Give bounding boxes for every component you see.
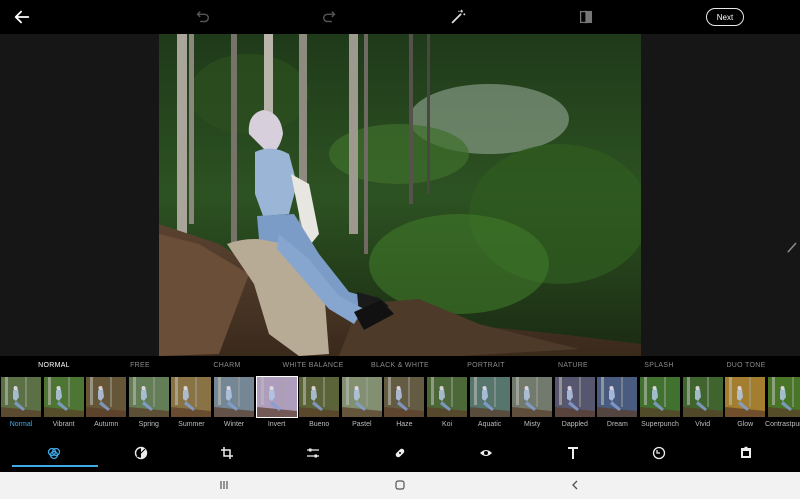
filter-label-row: Normal Vibrant Autumn Spring Summer Winter Inv…: [0, 418, 800, 436]
tab-normal[interactable]: NORMAL: [38, 356, 70, 376]
filter-thumbnail[interactable]: [640, 377, 680, 417]
filter-label[interactable]: Invert: [268, 421, 286, 428]
filter-thumbnail[interactable]: [597, 377, 638, 417]
filter-label[interactable]: Aquatic: [478, 421, 501, 428]
healing-icon[interactable]: [393, 446, 407, 460]
system-nav-bar: [0, 472, 800, 499]
filter-thumbnail[interactable]: [767, 377, 800, 417]
tab-duo-tone[interactable]: DUO TONE: [726, 356, 765, 376]
editor-canvas: [0, 34, 800, 356]
tab-free[interactable]: FREE: [130, 356, 150, 376]
filter-thumbnail[interactable]: [554, 377, 595, 417]
adjust-icon[interactable]: [134, 446, 148, 460]
filter-label[interactable]: Spring: [139, 421, 159, 428]
tab-white-balance[interactable]: WHITE BALANCE: [282, 356, 343, 376]
filter-thumbnail[interactable]: [384, 377, 425, 417]
home-icon[interactable]: [394, 479, 406, 491]
filter-thumbnail[interactable]: [1, 377, 41, 417]
filter-label[interactable]: Normal: [10, 421, 33, 428]
filter-label[interactable]: Vivid: [695, 421, 710, 428]
filter-label[interactable]: Autumn: [94, 421, 118, 428]
filter-label[interactable]: Dappled: [562, 421, 588, 428]
tab-charm[interactable]: CHARM: [213, 356, 240, 376]
filter-label[interactable]: Contrastpunch: [765, 421, 800, 428]
undo-icon[interactable]: [192, 7, 212, 27]
eye-icon[interactable]: [479, 446, 493, 460]
tab-nature[interactable]: NATURE: [558, 356, 588, 376]
filter-category-tabs: NORMAL FREE CHARM WHITE BALANCE BLACK & …: [0, 356, 800, 376]
redo-icon[interactable]: [320, 7, 340, 27]
filter-label[interactable]: Pastel: [352, 421, 371, 428]
filter-thumbnail[interactable]: [86, 377, 127, 417]
photo-preview[interactable]: [159, 34, 641, 356]
text-icon[interactable]: [566, 446, 580, 460]
filter-thumbnail[interactable]: [682, 377, 723, 417]
filter-label[interactable]: Vibrant: [53, 421, 75, 428]
filter-label[interactable]: Misty: [524, 421, 540, 428]
filter-thumbnail[interactable]: [341, 377, 382, 417]
filter-thumbnail[interactable]: [725, 377, 766, 417]
filter-thumbnail[interactable]: [469, 377, 510, 417]
frame-icon[interactable]: [739, 446, 753, 460]
filter-thumbnail[interactable]: [214, 377, 254, 417]
filter-label[interactable]: Superpunch: [641, 421, 679, 428]
tab-splash[interactable]: SPLASH: [644, 356, 673, 376]
filter-thumbnail[interactable]: [43, 377, 84, 417]
filter-label[interactable]: Glow: [737, 421, 753, 428]
filter-thumbnail[interactable]: [255, 376, 298, 418]
back-icon[interactable]: [569, 479, 581, 491]
sticker-icon[interactable]: [652, 446, 666, 460]
pencil-icon[interactable]: [786, 240, 798, 254]
tab-black-white[interactable]: BLACK & WHITE: [371, 356, 429, 376]
edit-tools-bar: [0, 436, 800, 472]
filter-thumbnail[interactable]: [128, 377, 169, 417]
sliders-icon[interactable]: [306, 446, 320, 460]
recent-apps-icon[interactable]: [218, 479, 230, 491]
filter-label[interactable]: Summer: [178, 421, 204, 428]
top-toolbar: Next: [0, 0, 800, 34]
filter-label[interactable]: Winter: [224, 421, 244, 428]
filter-thumbnail[interactable]: [171, 377, 212, 417]
filter-label[interactable]: Koi: [442, 421, 452, 428]
filter-thumbnail[interactable]: [512, 377, 553, 417]
filter-thumbnail-strip: [0, 376, 800, 418]
filter-label[interactable]: Haze: [396, 421, 412, 428]
crop-icon[interactable]: [220, 446, 234, 460]
filter-label[interactable]: Bueno: [309, 421, 329, 428]
next-button[interactable]: Next: [706, 8, 744, 26]
magic-wand-icon[interactable]: [448, 7, 468, 27]
filter-thumbnail[interactable]: [427, 377, 467, 417]
looks-icon[interactable]: [47, 446, 61, 460]
active-tool-indicator: [12, 465, 98, 467]
back-arrow-icon[interactable]: [12, 7, 32, 27]
filter-thumbnail[interactable]: [299, 377, 340, 417]
filter-label[interactable]: Dream: [607, 421, 628, 428]
tab-portrait[interactable]: PORTRAIT: [467, 356, 505, 376]
compare-icon[interactable]: [576, 7, 596, 27]
